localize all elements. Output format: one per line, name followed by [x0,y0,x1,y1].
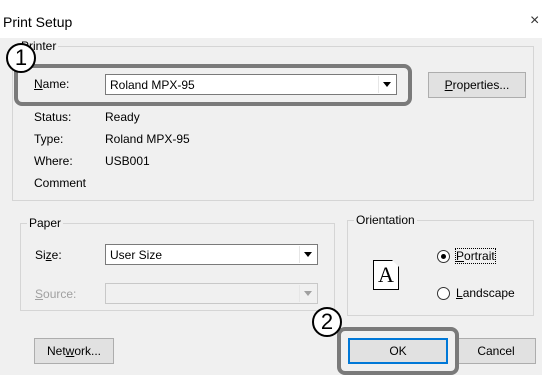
properties-button[interactable]: Properties... [428,72,526,98]
portrait-label[interactable]: Portrait [455,248,496,264]
where-value: USB001 [105,154,150,168]
size-label: Size: [35,248,62,262]
type-label: Type: [34,132,64,146]
callout-1-number: 1 [6,43,36,73]
window-title: Print Setup [3,14,73,30]
callout-2-highlight [337,327,459,375]
close-icon[interactable]: × [530,12,539,30]
network-button[interactable]: Network... [34,338,114,364]
type-value: Roland MPX-95 [105,132,190,146]
title-bar: Print Setup × [0,0,542,38]
paper-size-dropdown-button[interactable] [299,246,316,263]
landscape-radio[interactable] [437,287,450,300]
cancel-button[interactable]: Cancel [456,338,536,364]
chevron-down-icon [304,252,312,257]
orientation-group-label: Orientation [354,213,417,227]
portrait-page-icon: A [373,260,399,290]
paper-group-label: Paper [27,216,64,230]
callout-2-number: 2 [312,307,342,337]
chevron-down-icon [304,291,312,296]
comment-label: Comment [34,176,87,190]
status-value: Ready [105,110,140,124]
callout-1-highlight [14,64,412,106]
radio-selected-dot [441,254,446,259]
portrait-radio[interactable] [437,250,450,263]
landscape-label[interactable]: Landscape [456,286,515,300]
where-label: Where: [34,154,73,168]
status-label: Status: [34,110,72,124]
paper-source-dropdown-button[interactable] [299,285,316,302]
paper-source-combo[interactable] [105,283,318,304]
source-label: Source: [35,287,77,301]
paper-size-value: User Size [110,248,163,262]
paper-size-combo[interactable]: User Size [105,244,318,265]
